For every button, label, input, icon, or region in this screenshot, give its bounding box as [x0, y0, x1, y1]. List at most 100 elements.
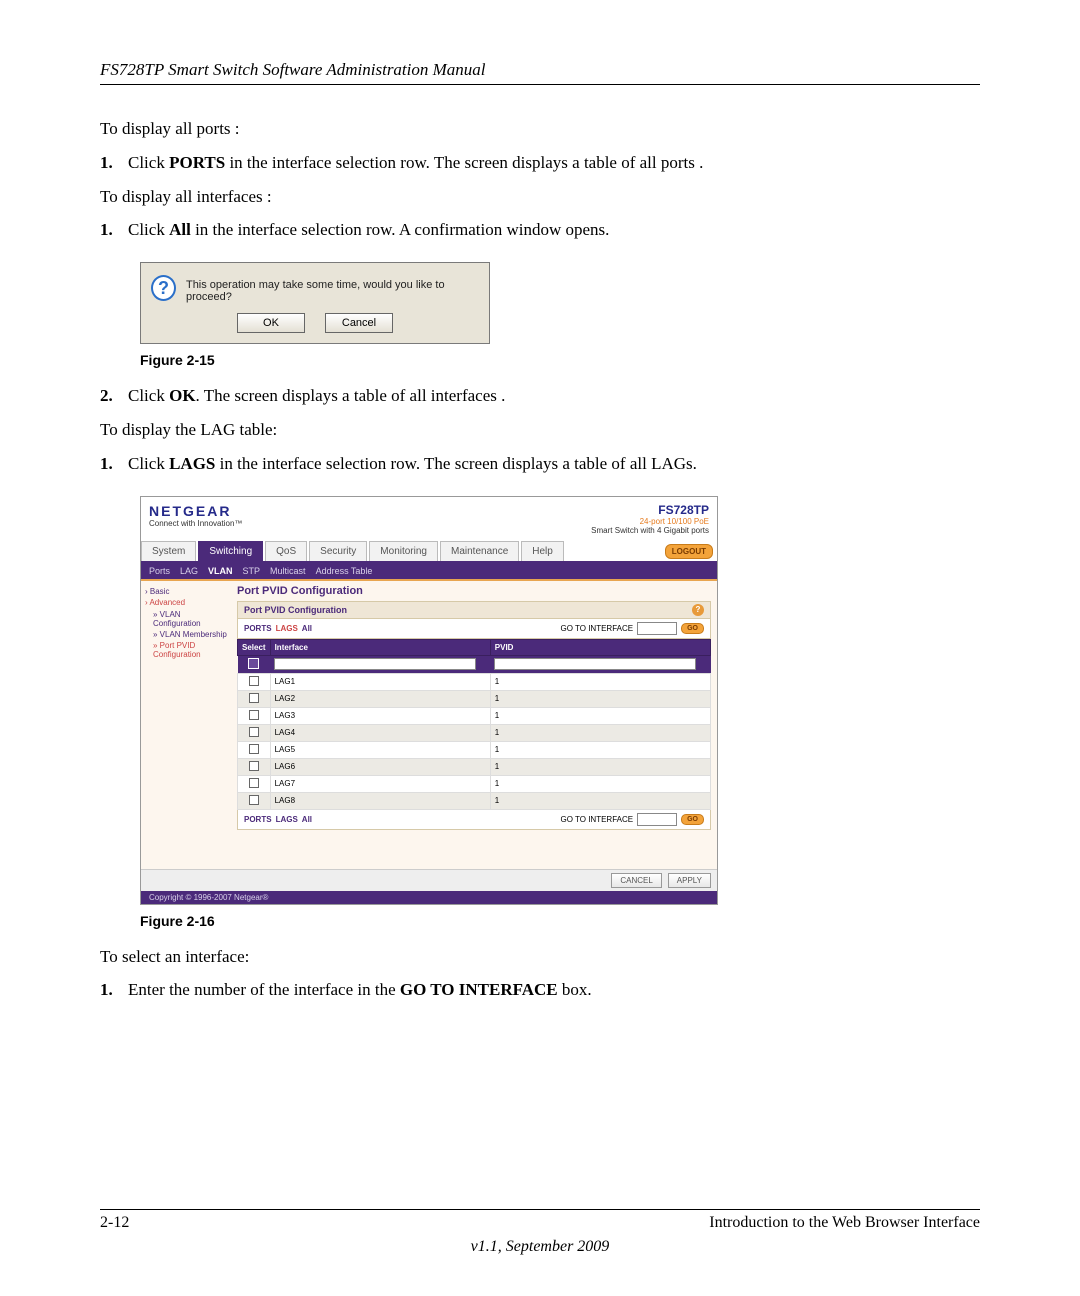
goto-input-bottom[interactable]: [637, 813, 677, 826]
table-row: LAG71: [238, 775, 711, 792]
col-pvid: PVID: [490, 639, 710, 655]
list-text: Click LAGS in the interface selection ro…: [128, 452, 980, 476]
dialog-text: This operation may take some time, would…: [186, 275, 479, 303]
row-checkbox[interactable]: [249, 744, 259, 754]
sidebar-item-vlan-config[interactable]: » VLAN Configuration: [145, 609, 229, 629]
figure-dialog: ? This operation may take some time, wou…: [140, 262, 490, 344]
tab-security[interactable]: Security: [309, 541, 367, 561]
filter-lags-bottom[interactable]: LAGS: [276, 815, 298, 824]
cell-interface: LAG5: [270, 741, 490, 758]
row-checkbox[interactable]: [249, 761, 259, 771]
list-text: Click PORTS in the interface selection r…: [128, 151, 980, 175]
row-checkbox[interactable]: [249, 676, 259, 686]
subtab-stp[interactable]: STP: [243, 566, 261, 576]
filter-all-bottom[interactable]: All: [302, 815, 312, 824]
ok-button[interactable]: OK: [237, 313, 305, 333]
list-item: 1. Enter the number of the interface in …: [100, 978, 980, 1002]
row-checkbox[interactable]: [249, 710, 259, 720]
row-checkbox[interactable]: [249, 795, 259, 805]
text: To select an interface:: [100, 945, 980, 969]
goto-input[interactable]: [637, 622, 677, 635]
filter-lags[interactable]: LAGS: [276, 624, 298, 633]
help-icon[interactable]: ?: [692, 604, 704, 616]
table-row: LAG21: [238, 690, 711, 707]
main-tabs: System Switching QoS Security Monitoring…: [141, 541, 717, 563]
row-checkbox[interactable]: [249, 727, 259, 737]
cell-interface: LAG1: [270, 673, 490, 690]
tab-help[interactable]: Help: [521, 541, 564, 561]
text: To display the LAG table:: [100, 418, 980, 442]
chapter-title: Introduction to the Web Browser Interfac…: [709, 1214, 980, 1232]
filter-row-top: PORTS LAGS All GO TO INTERFACE GO: [237, 619, 711, 639]
tab-system[interactable]: System: [141, 541, 196, 561]
sidebar-basic[interactable]: Basic: [145, 587, 229, 596]
logout-button[interactable]: LOGOUT: [665, 544, 713, 559]
filter-all[interactable]: All: [302, 624, 312, 633]
list-number: 1.: [100, 452, 128, 476]
tab-qos[interactable]: QoS: [265, 541, 307, 561]
sidebar-item-vlan-membership[interactable]: » VLAN Membership: [145, 629, 229, 640]
filter-row-bottom: PORTS LAGS All GO TO INTERFACE GO: [237, 810, 711, 830]
pvid-filter-input[interactable]: [494, 658, 696, 670]
list-number: 1.: [100, 218, 128, 242]
col-select: Select: [238, 639, 271, 655]
cell-pvid: 1: [490, 758, 710, 775]
list-number: 2.: [100, 384, 128, 408]
select-all-checkbox[interactable]: [248, 658, 259, 669]
cell-pvid: 1: [490, 673, 710, 690]
table-row: LAG61: [238, 758, 711, 775]
list-number: 1.: [100, 151, 128, 175]
action-bar: CANCEL APPLY: [141, 869, 717, 891]
filter-ports-bottom[interactable]: PORTS: [244, 815, 272, 824]
row-checkbox[interactable]: [249, 778, 259, 788]
cell-pvid: 1: [490, 724, 710, 741]
page-header: FS728TP Smart Switch Software Administra…: [100, 60, 980, 85]
interface-filter-input[interactable]: [274, 658, 476, 670]
sub-tabs: Ports LAG VLAN STP Multicast Address Tab…: [141, 563, 717, 579]
pvid-table: Select Interface PVID LAG11LAG21LAG31LAG…: [237, 639, 711, 810]
go-button[interactable]: GO: [681, 623, 704, 634]
question-icon: ?: [151, 275, 176, 301]
cell-pvid: 1: [490, 741, 710, 758]
go-button-bottom[interactable]: GO: [681, 814, 704, 825]
list-number: 1.: [100, 978, 128, 1002]
page-number: 2-12: [100, 1214, 129, 1232]
page-footer: 2-12 Introduction to the Web Browser Int…: [100, 1209, 980, 1256]
brand-logo: NETGEAR: [149, 503, 242, 519]
text: To display all ports :: [100, 117, 980, 141]
list-item: 1. Click All in the interface selection …: [100, 218, 980, 242]
brand-tagline: Connect with Innovation™: [149, 519, 242, 528]
list-text: Enter the number of the interface in the…: [128, 978, 980, 1002]
col-interface: Interface: [270, 639, 490, 655]
list-item: 2. Click OK. The screen displays a table…: [100, 384, 980, 408]
tab-monitoring[interactable]: Monitoring: [369, 541, 438, 561]
goto-label: GO TO INTERFACE: [561, 624, 634, 633]
cell-pvid: 1: [490, 690, 710, 707]
goto-label-bottom: GO TO INTERFACE: [561, 815, 634, 824]
cell-pvid: 1: [490, 775, 710, 792]
subtab-address-table[interactable]: Address Table: [316, 566, 373, 576]
row-checkbox[interactable]: [249, 693, 259, 703]
apply-button[interactable]: APPLY: [668, 873, 711, 888]
cell-interface: LAG8: [270, 792, 490, 809]
filter-ports[interactable]: PORTS: [244, 624, 272, 633]
subtab-multicast[interactable]: Multicast: [270, 566, 306, 576]
table-row: LAG31: [238, 707, 711, 724]
copyright: Copyright © 1996-2007 Netgear®: [141, 891, 717, 904]
sidebar-item-port-pvid[interactable]: » Port PVID Configuration: [145, 640, 229, 660]
subtab-ports[interactable]: Ports: [149, 566, 170, 576]
tab-maintenance[interactable]: Maintenance: [440, 541, 519, 561]
tab-switching[interactable]: Switching: [198, 541, 263, 561]
subtab-vlan[interactable]: VLAN: [208, 566, 233, 576]
subtab-lag[interactable]: LAG: [180, 566, 198, 576]
model-info: FS728TP 24-port 10/100 PoE Smart Switch …: [591, 503, 709, 535]
cell-pvid: 1: [490, 792, 710, 809]
cell-interface: LAG6: [270, 758, 490, 775]
cancel-button[interactable]: Cancel: [325, 313, 393, 333]
panel-header: Port PVID Configuration ?: [237, 601, 711, 619]
cell-pvid: 1: [490, 707, 710, 724]
cancel-button[interactable]: CANCEL: [611, 873, 661, 888]
figure-caption: Figure 2-15: [140, 352, 980, 368]
sidebar-advanced[interactable]: Advanced: [145, 598, 229, 607]
cell-interface: LAG7: [270, 775, 490, 792]
